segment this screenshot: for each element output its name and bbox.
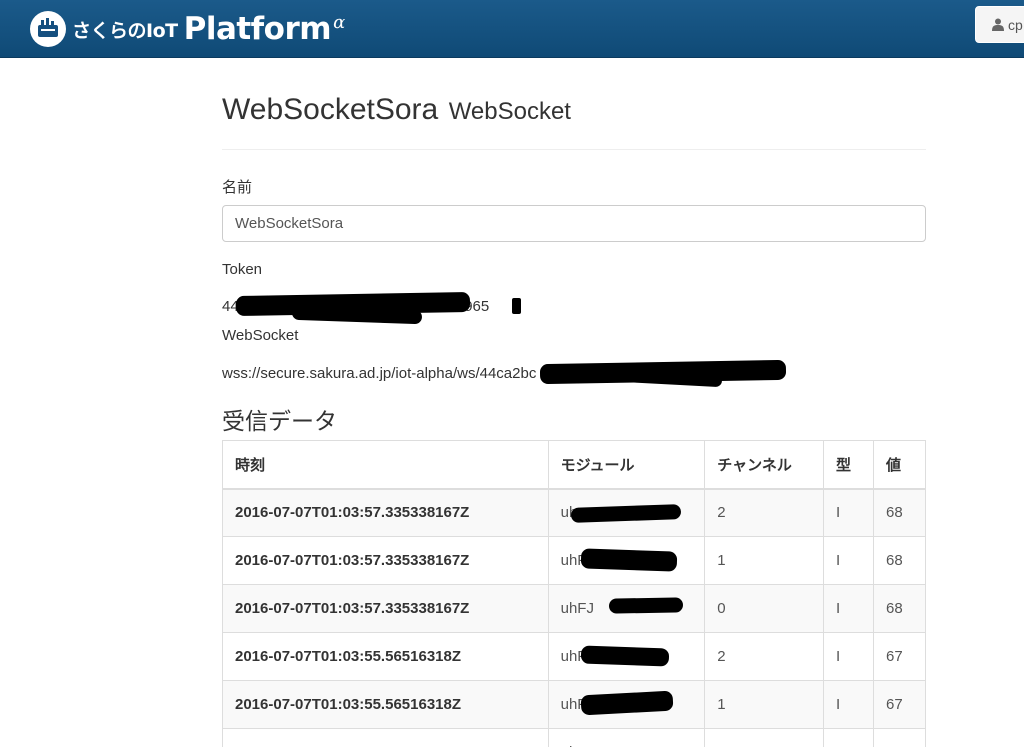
received-data-table: 時刻 モジュール チャンネル 型 値 2016-07-07T01:03:57.3…	[222, 440, 926, 747]
brand-jp-text: さくらのIoT	[72, 19, 178, 42]
name-input-value: WebSocketSora	[235, 215, 344, 232]
cell-type: I	[823, 536, 875, 585]
cell-module: uhFJ	[547, 728, 706, 747]
cell-channel: 2	[704, 488, 825, 537]
cell-time: 2016-07-07T01:03:55.56516318Z	[222, 680, 549, 729]
module-redaction	[570, 503, 681, 523]
cell-module: uh	[547, 488, 706, 537]
token-label: Token	[222, 261, 263, 278]
module-redaction	[608, 597, 683, 614]
cell-value: 68	[873, 488, 926, 537]
brand[interactable]: さくらのIoT Platform α	[30, 9, 345, 49]
websocket-url[interactable]: wss://secure.sakura.ad.jp/iot-alpha/ws/4…	[222, 365, 536, 382]
cell-time: 2016-07-07T01:03:57.335338167Z	[222, 584, 549, 633]
cell-channel: 1	[704, 680, 825, 729]
cell-channel: 1	[704, 536, 825, 585]
cell-module: uhF	[547, 680, 706, 729]
table-row: 2016-07-07T01:03:55.56516318Z uhF 2 I 67	[222, 632, 926, 681]
user-menu-button[interactable]: cp	[975, 6, 1024, 43]
cell-channel: 0	[704, 728, 825, 747]
table-row: 2016-07-07T01:03:57.335338167Z uhFJ 0 I …	[222, 584, 926, 633]
col-value-header: 値	[873, 440, 926, 490]
cell-module: uhF	[547, 632, 706, 681]
cell-value: 67	[873, 632, 926, 681]
page-subtitle: WebSocket	[448, 98, 571, 125]
cell-value: 67	[873, 680, 926, 729]
cell-module: uhFJ	[547, 584, 706, 633]
top-navbar: さくらのIoT Platform α cp	[0, 0, 1024, 58]
module-redaction	[580, 548, 677, 572]
cell-value: 68	[873, 536, 926, 585]
cell-time: 2016-07-07T01:03:55.56516318Z	[222, 632, 549, 681]
module-redaction	[580, 690, 674, 716]
cell-channel: 2	[704, 632, 825, 681]
token-redaction-3	[512, 298, 521, 314]
websocket-url-text: wss://secure.sakura.ad.jp/iot-alpha/ws/4…	[222, 365, 537, 382]
brand-en-text: Platform	[183, 11, 332, 47]
name-label: 名前	[222, 179, 253, 196]
cell-module: uhF	[547, 536, 706, 585]
table-row: 2016-07-07T01:03:55.56516318Z uhF 1 I 67	[222, 680, 926, 729]
cell-module-text: uhFJ	[560, 600, 594, 617]
cell-type: I	[823, 728, 875, 747]
user-icon	[992, 18, 1004, 31]
col-time-header: 時刻	[222, 440, 549, 490]
cell-time: 2016-07-07T01:03:57.335338167Z	[222, 488, 549, 537]
user-button-label: cp	[1008, 16, 1023, 33]
received-data-heading: 受信データ	[222, 408, 337, 434]
cell-value: 67	[873, 728, 926, 747]
cell-type: I	[823, 488, 875, 537]
col-type-header: 型	[823, 440, 875, 490]
websocket-label: WebSocket	[222, 327, 299, 344]
cell-value: 68	[873, 584, 926, 633]
table-row: 2016-07-07T01:03:57.335338167Z uh 2 I 68	[222, 488, 926, 537]
cell-type: I	[823, 632, 875, 681]
col-module-header: モジュール	[547, 440, 706, 490]
page-header: WebSocketSora WebSocket	[222, 93, 926, 150]
sakura-logo-icon	[30, 11, 66, 47]
table-row: 2016-07-07T01:03:57.335338167Z uhF 1 I 6…	[222, 536, 926, 585]
brand-alpha-text: α	[333, 11, 346, 33]
cell-channel: 0	[704, 584, 825, 633]
cell-type: I	[823, 680, 875, 729]
table-row: 2016-07-07T01:03:55.56516318Z uhFJ 0 I 6…	[222, 728, 926, 747]
name-input[interactable]: WebSocketSora	[222, 205, 926, 242]
col-channel-header: チャンネル	[704, 440, 825, 490]
module-redaction	[580, 645, 669, 667]
cell-time: 2016-07-07T01:03:57.335338167Z	[222, 536, 549, 585]
table-header-row: 時刻 モジュール チャンネル 型 値	[222, 440, 926, 490]
cell-time: 2016-07-07T01:03:55.56516318Z	[222, 728, 549, 747]
page-title: WebSocketSora	[222, 93, 439, 126]
cell-type: I	[823, 584, 875, 633]
